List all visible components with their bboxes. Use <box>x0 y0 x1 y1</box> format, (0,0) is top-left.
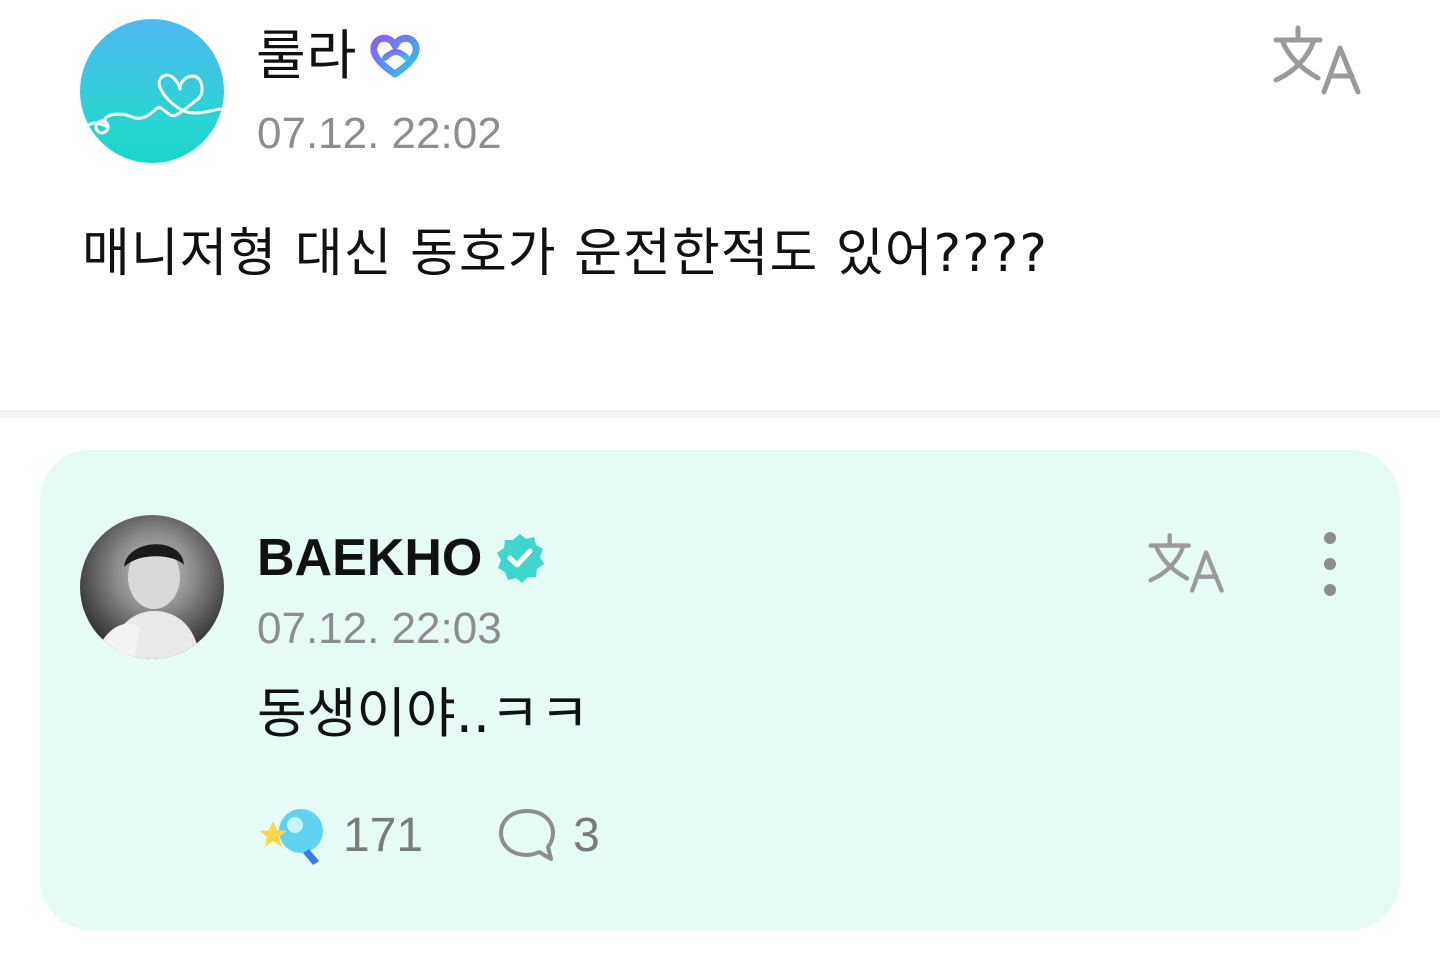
post-author: 룰라 <box>256 24 423 88</box>
artist-reply-card[interactable]: BAEKHO 07.12. 22:03 동생이야..ㅋㅋ 171 3 <box>40 450 1400 930</box>
post-timestamp: 07.12. 22:02 <box>257 109 502 158</box>
membership-badge-icon <box>370 34 420 78</box>
more-options-button[interactable] <box>1314 532 1346 596</box>
comment-count: 3 <box>573 808 600 862</box>
translate-icon[interactable] <box>1270 22 1366 96</box>
comment-button[interactable]: 3 <box>495 805 600 865</box>
section-divider <box>0 410 1440 418</box>
reply-author-avatar[interactable] <box>80 515 224 659</box>
reply-author: BAEKHO <box>257 530 546 586</box>
fan-post: 룰라 07.12. 22:02 매니저형 대신 동호가 운전한적도 있어???? <box>0 0 1440 410</box>
like-count: 171 <box>343 808 424 862</box>
verified-check-icon <box>497 534 545 583</box>
more-dot-icon <box>1324 532 1336 544</box>
translate-icon[interactable] <box>1144 530 1230 594</box>
post-author-name[interactable]: 룰라 <box>256 24 357 88</box>
reply-timestamp: 07.12. 22:03 <box>257 604 502 653</box>
reply-author-name[interactable]: BAEKHO <box>257 530 482 586</box>
more-dot-icon <box>1324 584 1336 596</box>
post-body: 매니저형 대신 동호가 운전한적도 있어???? <box>82 224 1048 284</box>
like-button[interactable]: 171 <box>257 803 423 867</box>
post-author-avatar[interactable] <box>80 19 224 163</box>
reaction-bar: 171 3 <box>257 800 600 870</box>
reply-body: 동생이야..ㅋㅋ <box>257 682 590 745</box>
heart-line-logo-icon <box>84 73 222 135</box>
more-dot-icon <box>1324 558 1336 570</box>
lightstick-like-icon <box>260 809 323 865</box>
profile-photo <box>96 544 200 659</box>
comment-bubble-icon <box>499 809 556 861</box>
